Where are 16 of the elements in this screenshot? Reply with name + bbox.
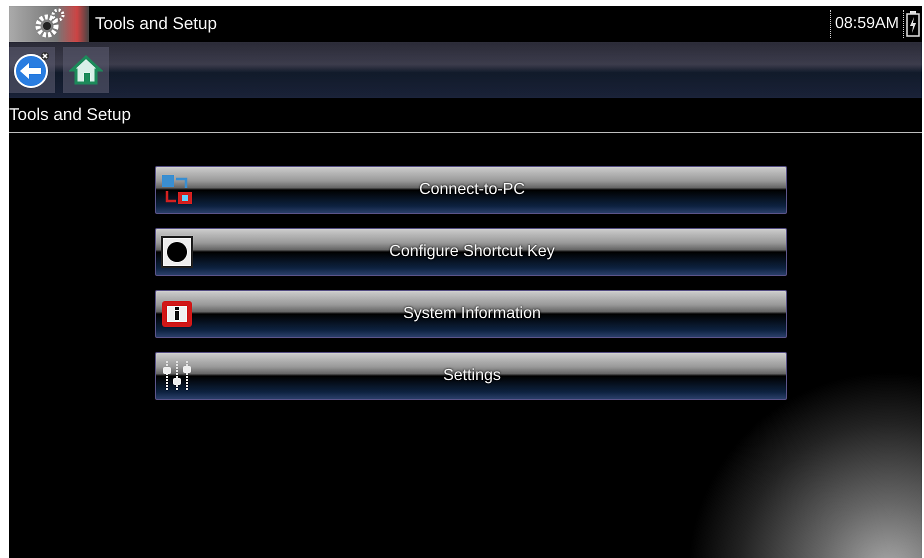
menu-button[interactable]: Settings — [155, 352, 787, 400]
gear-icon[interactable] — [9, 6, 89, 42]
window-title: Tools and Setup — [95, 14, 218, 34]
menu-button[interactable]: System Information — [155, 290, 787, 338]
page-title: Tools and Setup — [9, 105, 131, 125]
connect-icon — [160, 173, 194, 207]
clock: 08:59AM — [830, 10, 904, 38]
menu-button[interactable]: Configure Shortcut Key — [155, 228, 787, 276]
battery-icon — [906, 11, 920, 37]
sliders-icon — [160, 359, 194, 393]
home-icon — [69, 53, 103, 87]
menu-button[interactable]: Connect-to-PC — [155, 166, 787, 214]
home-button[interactable] — [63, 47, 109, 93]
record-button-icon — [160, 235, 194, 269]
back-icon — [12, 50, 52, 90]
back-button[interactable] — [9, 47, 55, 93]
